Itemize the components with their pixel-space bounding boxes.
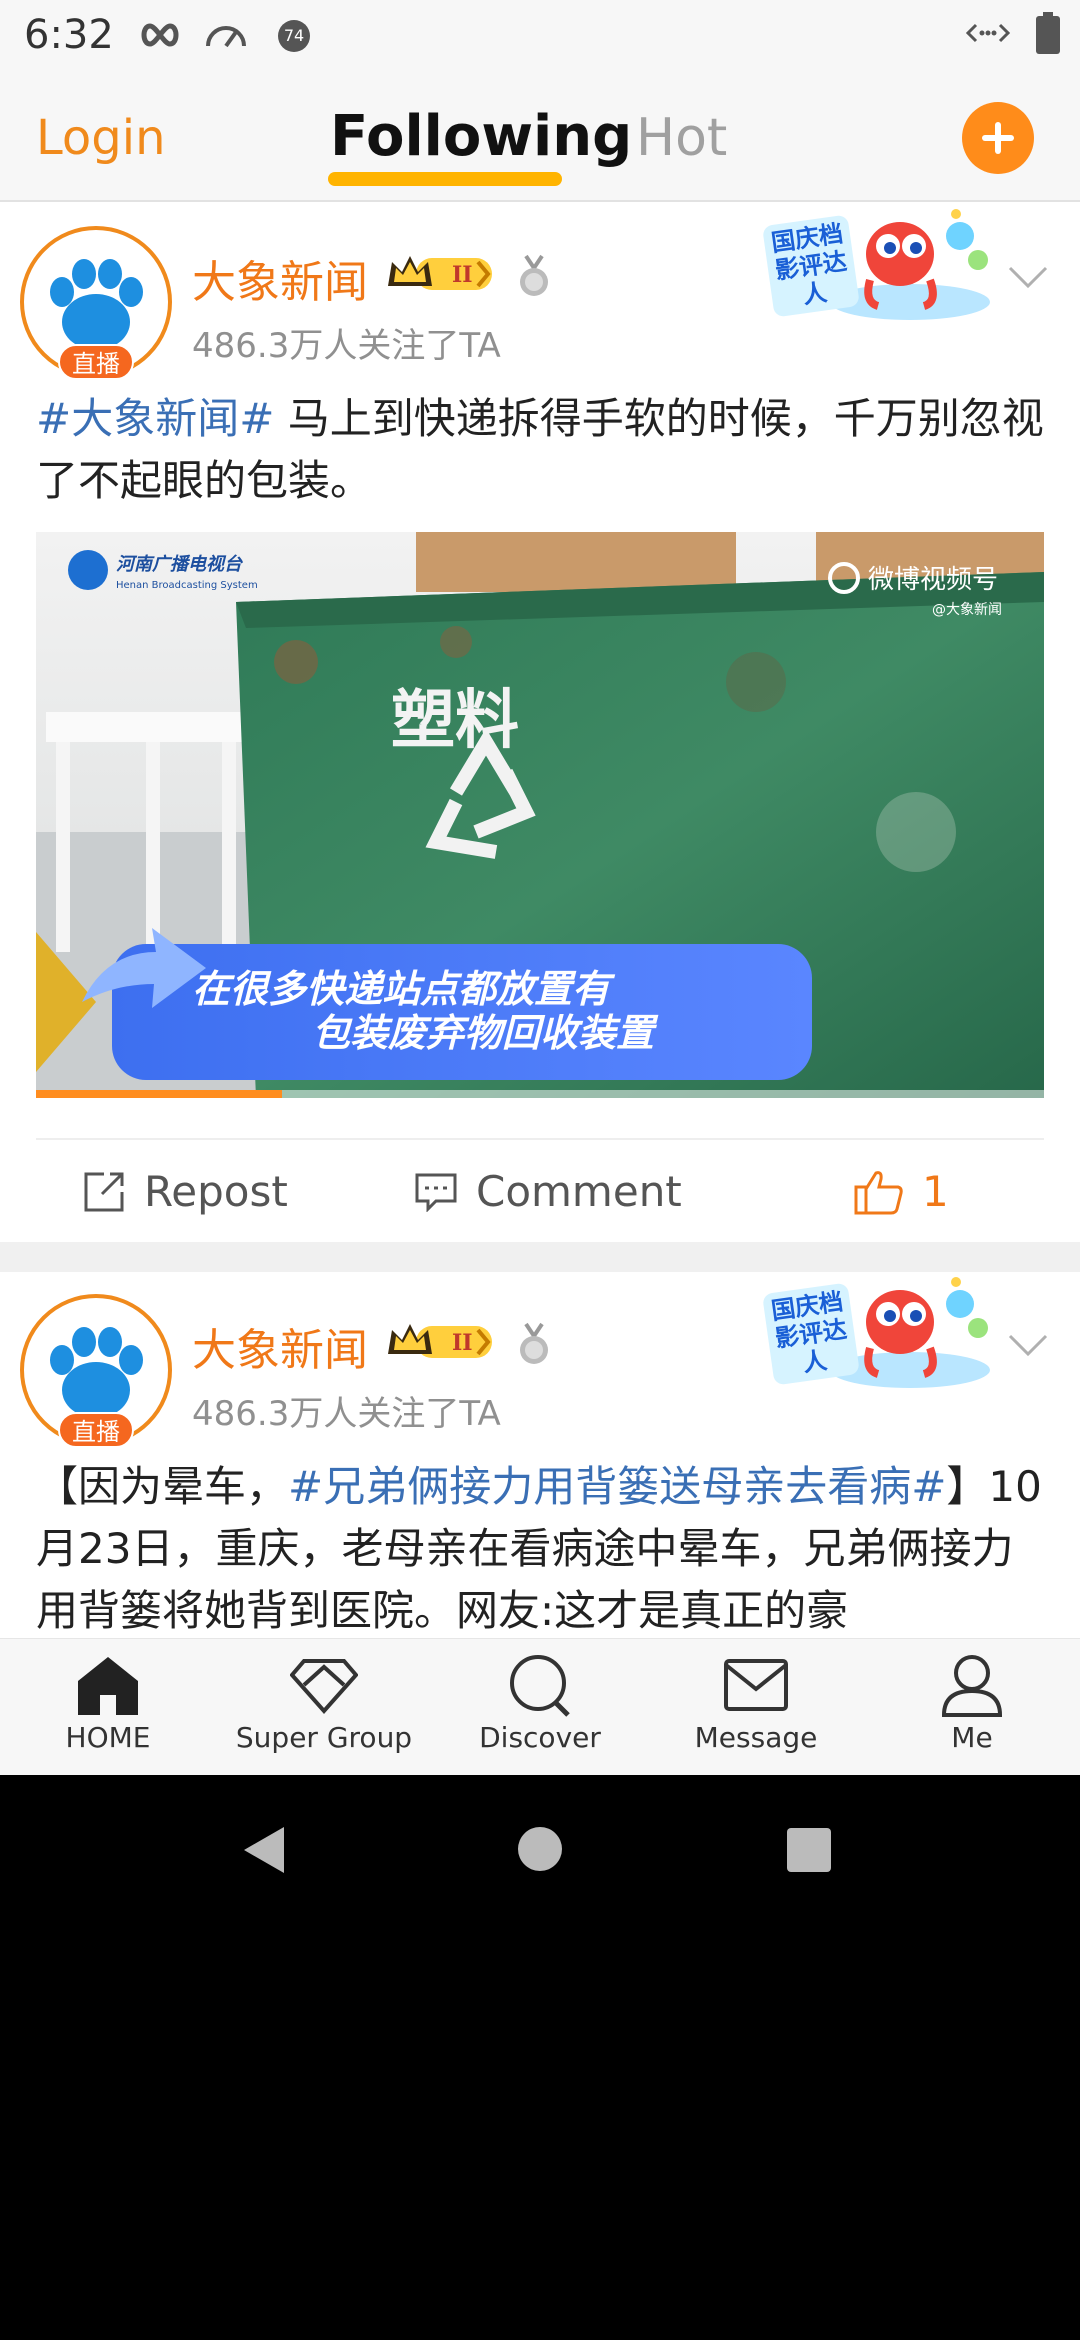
video-progress-fill bbox=[36, 1090, 282, 1098]
station-logo-sub: Henan Broadcasting System bbox=[116, 580, 258, 591]
tab-following[interactable]: Following bbox=[330, 104, 632, 169]
station-logo-text: 河南广播电视台 bbox=[116, 554, 244, 575]
promo-label: 国庆档影评达人 bbox=[762, 214, 860, 318]
author-name[interactable]: 大象新闻 bbox=[192, 1314, 368, 1378]
promo-sticker[interactable]: 国庆档影评达人 bbox=[760, 1274, 1000, 1392]
thumbs-up-icon bbox=[854, 1171, 903, 1215]
search-icon bbox=[510, 1655, 570, 1717]
status-time: 6:32 bbox=[24, 12, 114, 58]
follower-count: 486.3万人关注了TA bbox=[192, 1394, 501, 1434]
top-nav: Login Following Hot bbox=[0, 70, 1080, 202]
crown-level-icon: II bbox=[388, 256, 492, 290]
live-badge: 直播 bbox=[58, 1412, 134, 1448]
hashtag-link[interactable]: #兄弟俩接力用背篓送母亲去看病# bbox=[288, 1462, 946, 1511]
medal-icon bbox=[520, 254, 548, 296]
home-circle-icon[interactable] bbox=[516, 1825, 564, 1873]
tab-home[interactable]: HOME bbox=[0, 1639, 216, 1775]
follower-count: 486.3万人关注了TA bbox=[192, 326, 501, 366]
system-nav-bar bbox=[0, 1775, 1080, 1915]
repost-button[interactable]: Repost bbox=[82, 1168, 288, 1216]
video-frame: 塑料 河南广播电视台 Henan Broadcasting System 微博视… bbox=[36, 532, 1044, 1098]
notification-badge-icon: 74 bbox=[278, 20, 310, 52]
tab-discover[interactable]: Discover bbox=[432, 1639, 648, 1775]
caption-line-2: 包装废弃物回收装置 bbox=[312, 1011, 659, 1055]
svg-text:II: II bbox=[452, 262, 473, 288]
tab-label: Me bbox=[951, 1721, 993, 1754]
tab-me[interactable]: Me bbox=[864, 1639, 1080, 1775]
video-player[interactable]: 塑料 河南广播电视台 Henan Broadcasting System 微博视… bbox=[36, 532, 1044, 1098]
tab-label: HOME bbox=[65, 1721, 151, 1754]
person-icon bbox=[941, 1655, 1003, 1717]
comment-icon bbox=[415, 1173, 457, 1212]
feed-post[interactable]: 直播 大象新闻 II 486.3万人关注了TA bbox=[0, 1272, 1080, 1638]
envelope-icon bbox=[724, 1659, 788, 1711]
bin-label: 塑料 bbox=[391, 684, 519, 758]
post-prefix: 【因为晕车， bbox=[36, 1462, 289, 1511]
svg-text:II: II bbox=[452, 1330, 473, 1356]
tab-message[interactable]: Message bbox=[648, 1639, 864, 1775]
promo-sticker[interactable]: 国庆档影评达人 bbox=[760, 206, 1000, 324]
tab-label: Message bbox=[694, 1721, 818, 1754]
caption-line-1: 在很多快递站点都放置有 bbox=[192, 967, 616, 1011]
post-text[interactable]: #大象新闻# 马上到快递拆得手软的时候，千万别忽视了不起眼的包装。 bbox=[36, 388, 1046, 512]
chevron-down-icon[interactable] bbox=[1008, 1332, 1048, 1358]
promo-label: 国庆档影评达人 bbox=[762, 1282, 860, 1386]
home-icon bbox=[78, 1657, 138, 1715]
back-icon[interactable] bbox=[242, 1825, 286, 1875]
infinity-icon bbox=[141, 23, 179, 47]
app-screen: 6:32 74 Login Following Hot 直播 大象新闻 II 4… bbox=[0, 0, 1080, 1775]
comment-label: Comment bbox=[476, 1167, 682, 1216]
tab-hot[interactable]: Hot bbox=[636, 108, 727, 168]
battery-icon bbox=[1036, 12, 1060, 54]
tab-label: Super Group bbox=[235, 1721, 413, 1754]
speedometer-icon bbox=[206, 26, 246, 48]
video-progress-bar[interactable] bbox=[36, 1090, 1044, 1098]
live-badge: 直播 bbox=[58, 344, 134, 380]
comment-button[interactable]: Comment bbox=[414, 1168, 682, 1216]
login-button[interactable]: Login bbox=[36, 110, 166, 166]
chevron-down-icon[interactable] bbox=[1008, 264, 1048, 290]
tab-label: Discover bbox=[479, 1721, 601, 1754]
post-text[interactable]: 【因为晕车，#兄弟俩接力用背篓送母亲去看病#】10月23日，重庆，老母亲在看病途… bbox=[36, 1456, 1046, 1638]
post-actions: Repost Comment 1 bbox=[36, 1138, 1044, 1252]
bottom-tab-bar: HOME Super Group Discover Message Me bbox=[0, 1638, 1080, 1775]
crown-level-icon: II bbox=[388, 1324, 492, 1358]
watermark-handle: @大象新闻 bbox=[932, 602, 1002, 618]
hashtag-link[interactable]: #大象新闻# bbox=[36, 394, 274, 443]
repost-icon bbox=[84, 1172, 124, 1212]
tab-super-group[interactable]: Super Group bbox=[216, 1639, 432, 1775]
watermark-text: 微博视频号 bbox=[868, 565, 998, 595]
compose-plus-button[interactable] bbox=[962, 102, 1034, 174]
active-tab-indicator bbox=[328, 172, 562, 186]
station-logo-icon bbox=[68, 550, 108, 590]
diamond-icon bbox=[290, 1659, 358, 1715]
data-sync-icon bbox=[966, 23, 1010, 43]
like-button[interactable]: 1 bbox=[854, 1168, 949, 1216]
post-separator bbox=[0, 1242, 1080, 1272]
recents-square-icon[interactable] bbox=[786, 1827, 832, 1873]
repost-label: Repost bbox=[144, 1167, 288, 1216]
author-name[interactable]: 大象新闻 bbox=[192, 246, 368, 310]
status-bar: 6:32 74 bbox=[0, 0, 1080, 70]
like-count: 1 bbox=[922, 1167, 949, 1216]
medal-icon bbox=[520, 1322, 548, 1364]
feed-post[interactable]: 直播 大象新闻 II 486.3万人关注了TA bbox=[0, 204, 1080, 1242]
